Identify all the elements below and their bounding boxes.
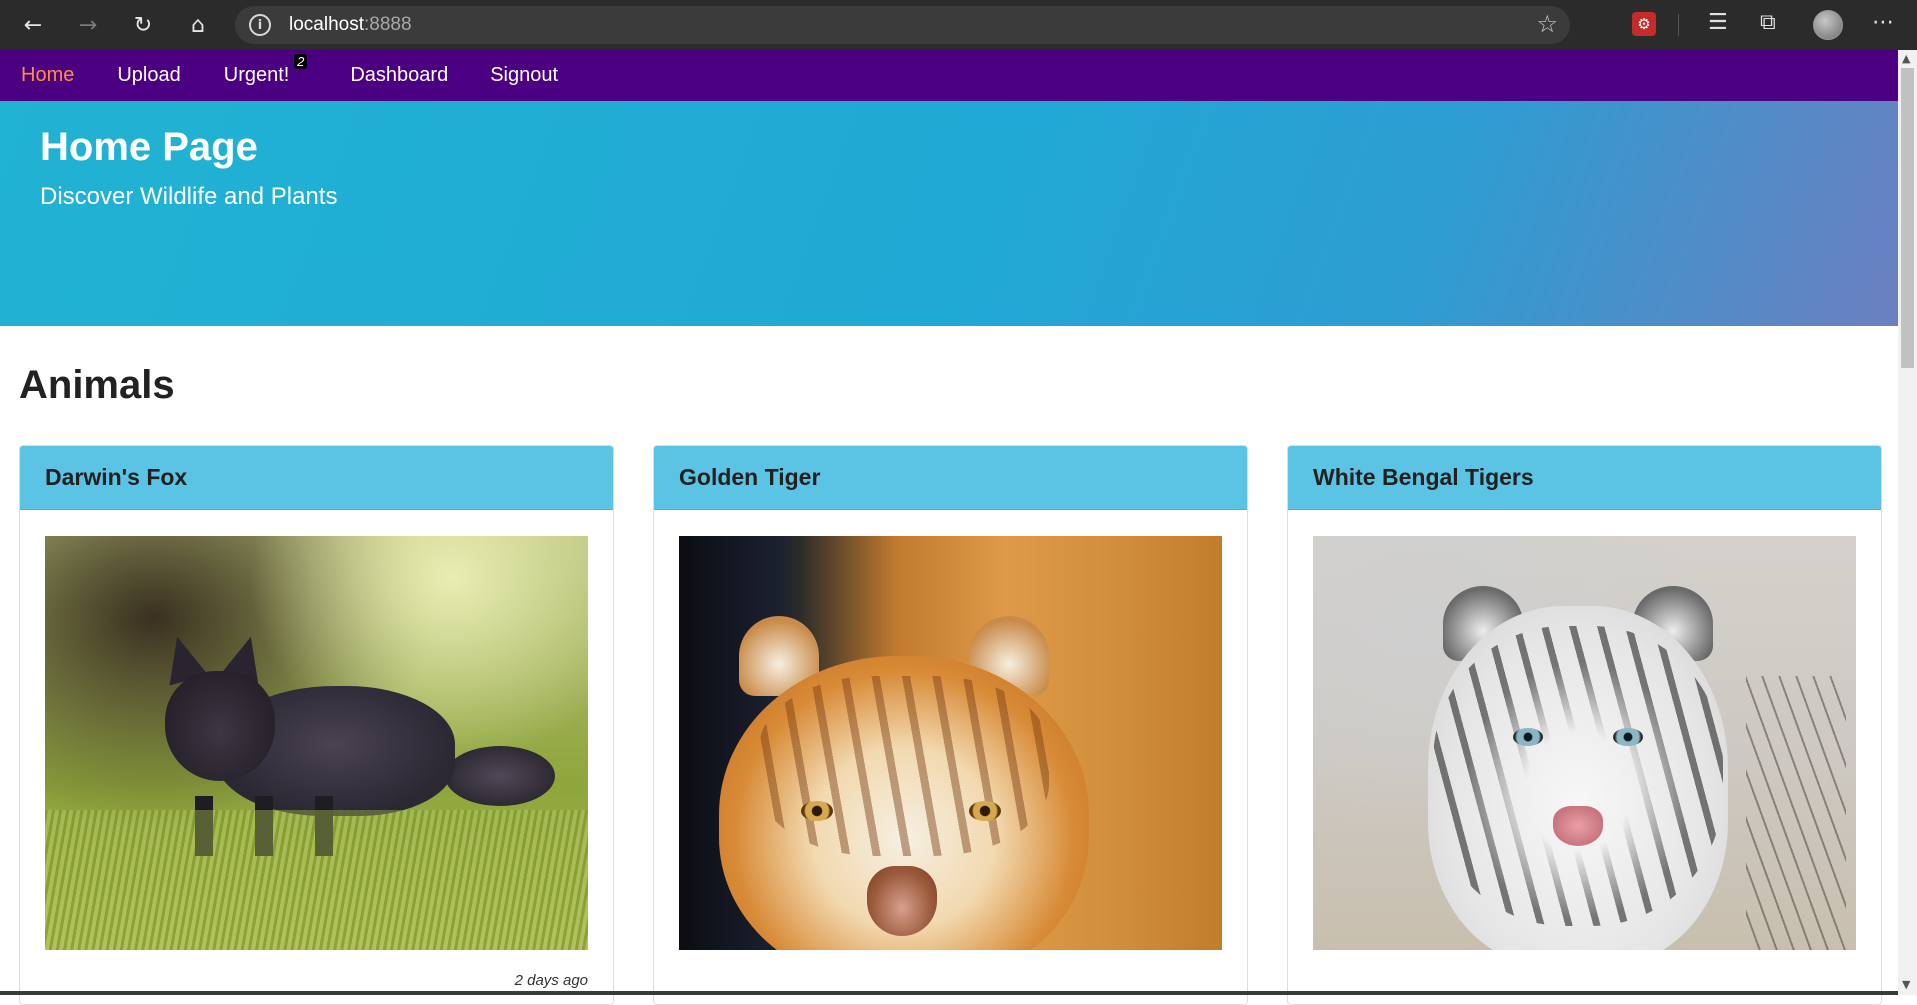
extension-icon[interactable]: ⚙: [1632, 12, 1656, 36]
white-bengal-tigers-image[interactable]: [1313, 536, 1856, 950]
hero-banner: Home Page Discover Wildlife and Plants: [0, 101, 1898, 326]
darwins-fox-image[interactable]: [45, 536, 588, 950]
collections-icon[interactable]: ⧉: [1760, 10, 1776, 35]
profile-avatar[interactable]: [1813, 10, 1843, 40]
animal-card[interactable]: White Bengal Tigers: [1287, 445, 1882, 1005]
golden-tiger-image[interactable]: [679, 536, 1222, 950]
bottom-edge-strip: [0, 991, 1898, 995]
card-timestamp: 2 days ago: [514, 972, 588, 989]
url-text[interactable]: localhost:8888: [289, 14, 412, 36]
scroll-up-arrow-icon[interactable]: ▲: [1902, 52, 1910, 65]
toolbar-divider: [1678, 14, 1679, 36]
scroll-thumb[interactable]: [1901, 68, 1914, 368]
nav-upload-link[interactable]: Upload: [117, 64, 180, 87]
page-subtitle: Discover Wildlife and Plants: [40, 183, 338, 210]
browser-toolbar: ← → ↻ ⌂ i localhost:8888 ☆ ⚙ ☰ ⧉ ⋯: [0, 0, 1917, 50]
animal-card[interactable]: Golden Tiger: [653, 445, 1248, 1005]
card-title: Golden Tiger: [654, 446, 1247, 510]
address-bar[interactable]: i localhost:8888 ☆: [235, 6, 1570, 44]
home-icon[interactable]: ⌂: [176, 5, 220, 45]
nav-signout-link[interactable]: Signout: [490, 64, 558, 87]
animals-section-title: Animals: [19, 363, 175, 407]
nav-urgent-link[interactable]: Urgent! 2: [223, 54, 308, 87]
card-title: Darwin's Fox: [20, 446, 613, 510]
scroll-down-arrow-icon[interactable]: ▼: [1902, 978, 1910, 991]
page-title: Home Page: [40, 125, 258, 169]
nav-dashboard-link[interactable]: Dashboard: [350, 64, 448, 87]
urgent-count-badge: 2: [294, 54, 308, 69]
nav-home-link[interactable]: Home: [21, 64, 74, 87]
animal-card[interactable]: Darwin's Fox 2 days ago: [19, 445, 614, 1005]
reload-icon[interactable]: ↻: [121, 5, 165, 45]
page-scrollbar[interactable]: ▲ ▼: [1898, 50, 1917, 995]
site-info-icon[interactable]: i: [249, 14, 271, 36]
forward-arrow-icon[interactable]: →: [66, 5, 110, 45]
site-navbar: Home Upload Urgent! 2 Dashboard Signout: [0, 50, 1898, 101]
more-icon[interactable]: ⋯: [1872, 10, 1894, 35]
nav-urgent-label: Urgent!: [223, 64, 290, 86]
card-title: White Bengal Tigers: [1288, 446, 1881, 510]
star-icon[interactable]: ☆: [1536, 10, 1558, 38]
favorites-icon[interactable]: ☰: [1708, 10, 1728, 35]
back-arrow-icon[interactable]: ←: [11, 5, 55, 45]
